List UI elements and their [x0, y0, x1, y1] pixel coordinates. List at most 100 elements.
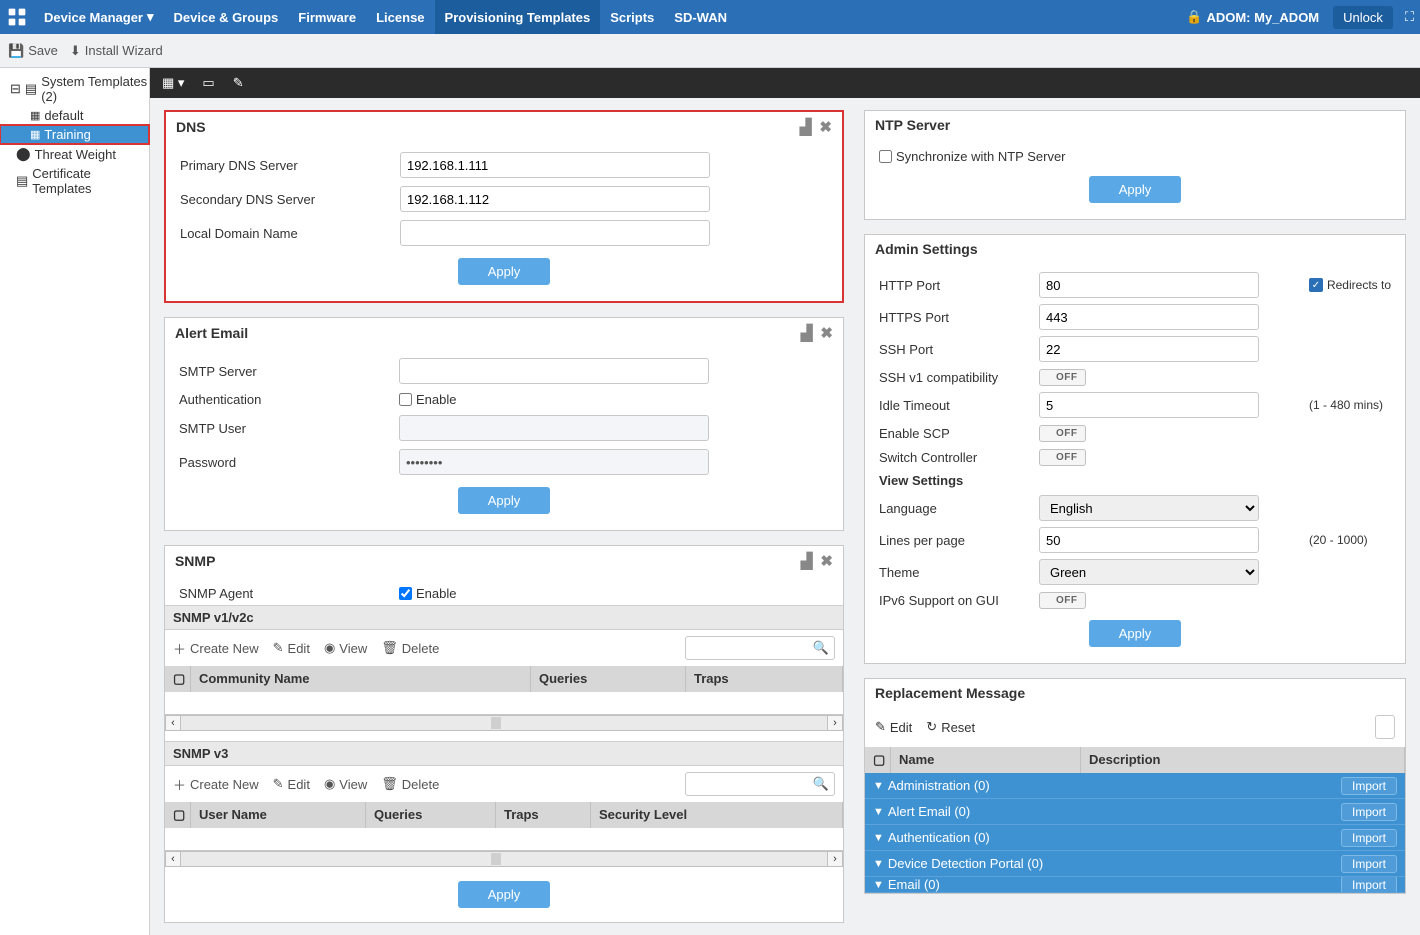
ntp-apply-button[interactable]: Apply — [1089, 176, 1182, 203]
admin-apply-button[interactable]: Apply — [1089, 620, 1182, 647]
tree-threat-weight[interactable]: ⬤ Threat Weight — [0, 144, 149, 164]
collapse-icon[interactable]: ▟ — [800, 118, 812, 136]
close-icon[interactable]: ✖ — [819, 118, 832, 136]
nav-firmware[interactable]: Firmware — [288, 0, 366, 34]
app-menu[interactable]: Device Manager ▾ — [34, 0, 164, 34]
ntp-sync-checkbox[interactable] — [879, 150, 892, 163]
rep-row[interactable]: ▼Email (0)Import — [865, 877, 1405, 893]
rep-col-name[interactable]: Name — [891, 747, 1081, 773]
scroll-left-icon[interactable]: ‹ — [165, 851, 181, 867]
col-security[interactable]: Security Level — [591, 802, 843, 828]
http-port-input[interactable] — [1039, 272, 1259, 298]
save-label: Save — [28, 43, 58, 58]
create-new-button[interactable]: ＋Create New — [173, 775, 259, 794]
col-user[interactable]: User Name — [191, 802, 366, 828]
lines-per-page-input[interactable] — [1039, 527, 1259, 553]
checkbox-col[interactable]: ▢ — [165, 802, 191, 828]
delete-button[interactable]: 🗑Delete — [381, 776, 439, 792]
rep-title: Replacement Message — [875, 685, 1025, 701]
scroll-right-icon[interactable]: › — [827, 851, 843, 867]
scroll-left-icon[interactable]: ‹ — [165, 715, 181, 731]
redirects-checkbox[interactable]: ✓ — [1309, 278, 1323, 292]
collapse-icon[interactable]: ▟ — [801, 324, 813, 342]
password-input[interactable] — [399, 449, 709, 475]
chevron-down-icon: ▼ — [873, 858, 884, 870]
close-icon[interactable]: ✖ — [820, 552, 833, 570]
unlock-button[interactable]: Unlock — [1333, 6, 1393, 29]
col-traps[interactable]: Traps — [686, 666, 843, 692]
nav-device-groups[interactable]: Device & Groups — [164, 0, 289, 34]
dns-secondary-input[interactable] — [400, 186, 710, 212]
edit-button[interactable]: ✎Edit — [273, 776, 310, 792]
sshv1-toggle[interactable]: OFF — [1039, 369, 1087, 386]
horiz-scrollbar[interactable]: ‹ › — [165, 850, 843, 867]
language-select[interactable]: English — [1039, 495, 1259, 521]
checkbox-col[interactable]: ▢ — [165, 666, 191, 692]
rep-col-desc[interactable]: Description — [1081, 747, 1405, 773]
app-logo-icon[interactable] — [0, 0, 34, 34]
idle-timeout-label: Idle Timeout — [879, 398, 1029, 413]
http-port-label: HTTP Port — [879, 278, 1029, 293]
view-button[interactable]: ◉View — [324, 640, 367, 656]
tree-system-templates[interactable]: ⊟ ▤ System Templates (2) — [0, 72, 149, 106]
close-icon[interactable]: ✖ — [820, 324, 833, 342]
smtp-server-input[interactable] — [399, 358, 709, 384]
edit-icon[interactable]: ✎ — [233, 75, 244, 91]
view-button[interactable]: ◉View — [324, 776, 367, 792]
delete-button[interactable]: 🗑Delete — [381, 640, 439, 656]
nav-provisioning-templates[interactable]: Provisioning Templates — [435, 0, 601, 34]
switch-toggle[interactable]: OFF — [1039, 449, 1087, 466]
grid-view-icon[interactable]: ▦ ▾ — [162, 75, 184, 91]
ssh-port-input[interactable] — [1039, 336, 1259, 362]
https-port-input[interactable] — [1039, 304, 1259, 330]
adom-indicator[interactable]: 🔒 ADOM: My_ADOM — [1178, 9, 1327, 25]
snmp-v3-toolbar: ＋Create New ✎Edit ◉View 🗑Delete 🔍 — [165, 766, 843, 802]
ipv6-toggle[interactable]: OFF — [1039, 592, 1087, 609]
rep-checkbox-col[interactable]: ▢ — [865, 747, 891, 773]
import-button[interactable]: Import — [1341, 829, 1397, 847]
scroll-right-icon[interactable]: › — [827, 715, 843, 731]
scp-toggle[interactable]: OFF — [1039, 425, 1087, 442]
theme-select[interactable]: Green — [1039, 559, 1259, 585]
rep-reset-button[interactable]: ↻Reset — [926, 719, 975, 735]
col-traps[interactable]: Traps — [496, 802, 591, 828]
rep-row-label: Email (0) — [888, 877, 940, 892]
snmp-agent-checkbox[interactable] — [399, 587, 412, 600]
snmp-apply-button[interactable]: Apply — [458, 881, 551, 908]
col-community[interactable]: Community Name — [191, 666, 531, 692]
tree-cert-templates[interactable]: ▤ Certificate Templates — [0, 164, 149, 198]
tree-item-training[interactable]: ▦ Training — [0, 125, 149, 144]
import-button[interactable]: Import — [1341, 777, 1397, 795]
tree-item-default[interactable]: ▦ default — [0, 106, 149, 125]
fullscreen-icon[interactable]: ⛶ — [1399, 9, 1420, 25]
rep-search-input[interactable] — [1375, 715, 1395, 739]
smtp-user-input[interactable] — [399, 415, 709, 441]
col-queries[interactable]: Queries — [531, 666, 686, 692]
rep-edit-button[interactable]: ✎Edit — [875, 719, 912, 735]
horiz-scrollbar[interactable]: ‹ › — [165, 714, 843, 731]
install-wizard-button[interactable]: ⬇ Install Wizard — [70, 43, 163, 59]
edit-button[interactable]: ✎Edit — [273, 640, 310, 656]
rep-row[interactable]: ▼Alert Email (0)Import — [865, 799, 1405, 825]
auth-enable-checkbox[interactable] — [399, 393, 412, 406]
rep-row[interactable]: ▼Device Detection Portal (0)Import — [865, 851, 1405, 877]
nav-license[interactable]: License — [366, 0, 434, 34]
col-queries[interactable]: Queries — [366, 802, 496, 828]
import-button[interactable]: Import — [1341, 855, 1397, 873]
collapse-icon[interactable]: ▟ — [801, 552, 813, 570]
dns-local-input[interactable] — [400, 220, 710, 246]
rep-row[interactable]: ▼Authentication (0)Import — [865, 825, 1405, 851]
dns-apply-button[interactable]: Apply — [458, 258, 551, 285]
idle-timeout-input[interactable] — [1039, 392, 1259, 418]
alert-apply-button[interactable]: Apply — [458, 487, 551, 514]
create-new-button[interactable]: ＋Create New — [173, 639, 259, 658]
nav-sdwan[interactable]: SD-WAN — [664, 0, 737, 34]
import-button[interactable]: Import — [1341, 803, 1397, 821]
import-button[interactable]: Import — [1341, 877, 1397, 893]
save-button[interactable]: 💾 Save — [8, 43, 58, 59]
rep-row[interactable]: ▼Administration (0)Import — [865, 773, 1405, 799]
nav-scripts[interactable]: Scripts — [600, 0, 664, 34]
fit-icon[interactable]: ▭ — [202, 75, 214, 91]
dns-primary-input[interactable] — [400, 152, 710, 178]
edit-icon: ✎ — [273, 776, 284, 792]
